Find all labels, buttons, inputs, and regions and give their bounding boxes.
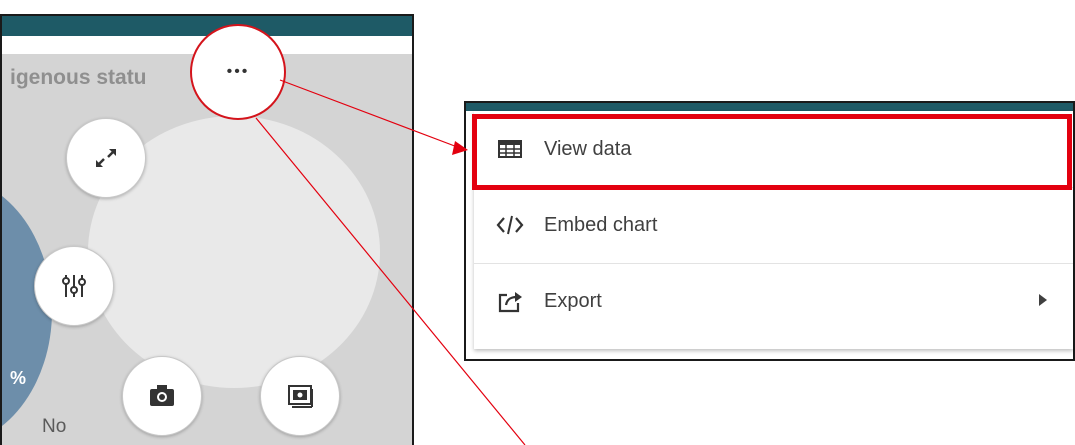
chart-title: igenous statu [10,66,147,89]
context-menu: View data Embed chart Export [474,111,1073,349]
camera-button[interactable] [122,356,202,436]
submenu-arrow-icon [1039,294,1047,306]
export-icon [496,287,524,315]
adjust-button[interactable] [34,246,114,326]
more-dots-icon: ••• [226,63,250,80]
table-icon [496,135,524,163]
snapshot-button[interactable] [260,356,340,436]
menu-item-label: View data [544,137,632,160]
sheet-header-bar [466,103,1073,111]
context-menu-panel: View data Embed chart Export [464,101,1075,361]
menu-item-view-data[interactable]: View data [474,111,1073,188]
sheet-header-bar [2,16,412,36]
more-options-button[interactable]: ••• [190,24,286,120]
expand-button[interactable] [66,118,146,198]
camera-icon [147,383,177,409]
menu-item-label: Export [544,289,602,312]
legend-item-no: No [42,416,67,437]
expand-icon [91,143,121,173]
snapshot-icon [285,383,315,409]
menu-item-embed-chart[interactable]: Embed chart [474,187,1073,264]
menu-item-export[interactable]: Export [474,263,1073,339]
code-icon [496,211,524,239]
pie-percent-label: % [10,368,27,388]
sliders-icon [59,271,89,301]
menu-item-label: Embed chart [544,213,658,236]
